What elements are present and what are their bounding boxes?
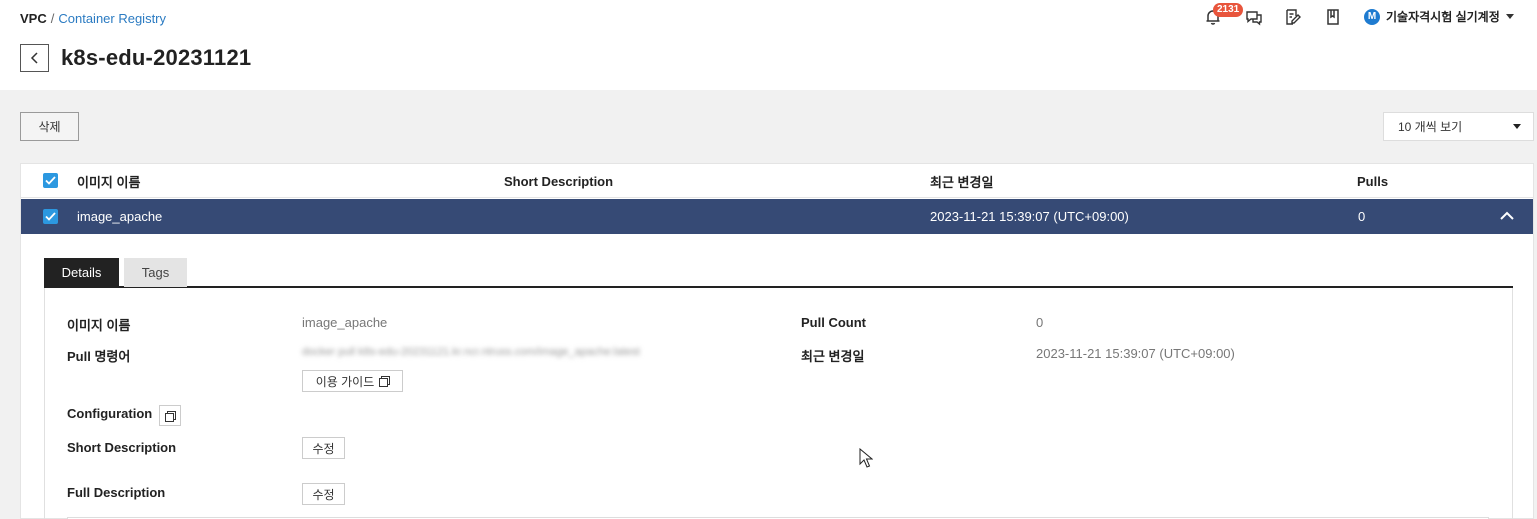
chat-icon[interactable] xyxy=(1245,8,1263,26)
column-header-short-description[interactable]: Short Description xyxy=(504,164,613,198)
label-pull-count: Pull Count xyxy=(801,315,866,330)
label-short-description: Short Description xyxy=(67,440,177,455)
notification-badge: 2131 xyxy=(1213,3,1244,17)
detail-tabs: Details Tags xyxy=(44,258,1513,288)
column-header-pulls[interactable]: Pulls xyxy=(1357,164,1388,198)
row-image-name: image_apache xyxy=(77,209,163,224)
tab-tags[interactable]: Tags xyxy=(124,258,187,287)
account-name: 기술자격시험 실기계정 xyxy=(1386,10,1500,24)
header: VPC / Container Registry k8s-edu-2023112… xyxy=(0,0,1537,90)
edit-note-icon[interactable] xyxy=(1284,8,1302,26)
edit-short-description-button[interactable]: 수정 xyxy=(302,437,345,459)
account-menu[interactable]: M 기술자격시험 실기계정 xyxy=(1364,8,1514,25)
copy-icon xyxy=(379,376,391,387)
value-pull-command: docker pull k8s-edu-20231121.kr.ncr.ntru… xyxy=(302,346,640,358)
value-modified: 2023-11-21 15:39:07 (UTC+09:00) xyxy=(1036,346,1235,361)
copy-icon xyxy=(165,410,176,422)
page-title: k8s-edu-20231121 xyxy=(61,45,252,70)
breadcrumb-link-container-registry[interactable]: Container Registry xyxy=(58,11,166,26)
page-size-value: 10 개씩 보기 xyxy=(1398,120,1463,134)
breadcrumb: VPC / Container Registry xyxy=(20,11,166,26)
row-modified: 2023-11-21 15:39:07 (UTC+09:00) xyxy=(930,209,1129,224)
image-table: 이미지 이름 Short Description 최근 변경일 Pulls im… xyxy=(20,163,1534,519)
usage-guide-label: 이용 가이드 xyxy=(315,374,375,389)
usage-guide-button[interactable]: 이용 가이드 xyxy=(302,370,403,392)
row-checkbox[interactable] xyxy=(43,209,58,224)
label-modified: 최근 변경일 xyxy=(801,349,865,364)
page-size-select[interactable]: 10 개씩 보기 xyxy=(1383,112,1534,141)
select-all-checkbox[interactable] xyxy=(43,173,58,188)
edit-full-description-button[interactable]: 수정 xyxy=(302,483,345,505)
breadcrumb-root: VPC xyxy=(20,11,47,26)
label-image-name: 이미지 이름 xyxy=(67,318,131,333)
main-content: 삭제 10 개씩 보기 이미지 이름 Short Description 최근 … xyxy=(0,90,1537,519)
delete-button[interactable]: 삭제 xyxy=(20,112,79,141)
check-icon xyxy=(45,176,56,185)
detail-list: 이미지 이름 image_apache Pull 명령어 docker pull… xyxy=(44,288,1513,519)
image-detail-panel: Details Tags 이미지 이름 image_apache Pull 명령… xyxy=(44,258,1513,519)
column-header-modified[interactable]: 최근 변경일 xyxy=(930,164,993,198)
chevron-up-icon[interactable] xyxy=(1499,208,1515,224)
value-image-name: image_apache xyxy=(302,315,388,330)
tab-details[interactable]: Details xyxy=(44,258,119,287)
label-configuration: Configuration xyxy=(67,406,153,421)
column-header-image-name[interactable]: 이미지 이름 xyxy=(77,164,140,198)
caret-down-icon xyxy=(1513,124,1521,129)
value-pull-count: 0 xyxy=(1036,315,1044,330)
check-icon xyxy=(45,212,56,221)
caret-down-icon xyxy=(1505,14,1514,19)
back-button[interactable] xyxy=(20,44,49,72)
label-pull-command: Pull 명령어 xyxy=(67,349,131,364)
label-full-description: Full Description xyxy=(67,485,166,500)
chevron-left-icon xyxy=(30,52,38,64)
table-row[interactable]: image_apache 2023-11-21 15:39:07 (UTC+09… xyxy=(21,199,1533,234)
mouse-cursor-icon xyxy=(859,448,873,468)
breadcrumb-separator: / xyxy=(50,11,55,26)
table-header: 이미지 이름 Short Description 최근 변경일 Pulls xyxy=(21,164,1533,198)
book-icon[interactable] xyxy=(1324,8,1342,26)
avatar: M xyxy=(1364,8,1380,25)
configuration-copy-button[interactable] xyxy=(159,405,181,426)
row-pulls: 0 xyxy=(1358,209,1366,224)
